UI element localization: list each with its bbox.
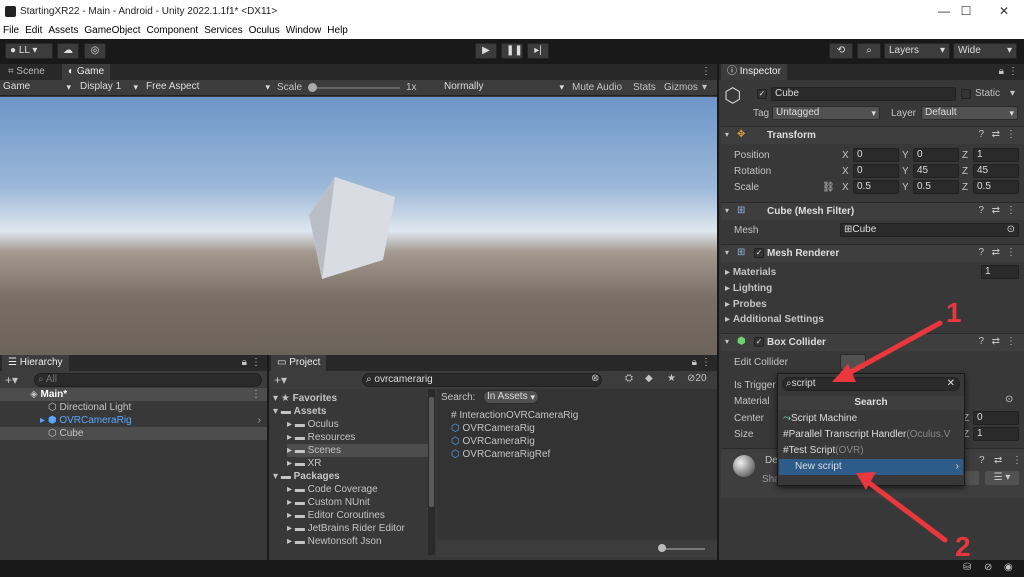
transform-row-label: Position (734, 150, 770, 161)
annotation-number-2: 2 (955, 531, 971, 562)
transform-x-input[interactable]: 0 (853, 164, 899, 178)
transform-x-input[interactable]: 0 (853, 148, 899, 162)
annotation-arrow-1 (837, 320, 943, 381)
transform-row-label: Scale (734, 182, 760, 193)
transform-z-input[interactable]: 0.5 (973, 180, 1019, 194)
axis-label-z: Z (962, 182, 969, 193)
axis-label-x: X (842, 150, 849, 161)
annotation-arrow-2 (865, 479, 948, 543)
axis-label-y: Y (902, 150, 909, 161)
constrain-proportions-icon[interactable]: ⛓ (822, 182, 835, 193)
axis-label-x: X (842, 166, 849, 177)
axis-label-z: Z (962, 166, 969, 177)
transform-y-input[interactable]: 0 (913, 148, 959, 162)
transform-z-input[interactable]: 45 (973, 164, 1019, 178)
axis-label-y: Y (902, 166, 909, 177)
axis-label-x: X (842, 182, 849, 193)
transform-y-input[interactable]: 0.5 (913, 180, 959, 194)
axis-label-y: Y (902, 182, 909, 193)
annotation-overlay (832, 320, 948, 543)
axis-label-z: Z (962, 150, 969, 161)
annotation-number-1: 1 (946, 297, 962, 328)
transform-x-input[interactable]: 0.5 (853, 180, 899, 194)
transform-row-label: Rotation (734, 166, 772, 177)
transform-z-input[interactable]: 1 (973, 148, 1019, 162)
transform-y-input[interactable]: 45 (913, 164, 959, 178)
